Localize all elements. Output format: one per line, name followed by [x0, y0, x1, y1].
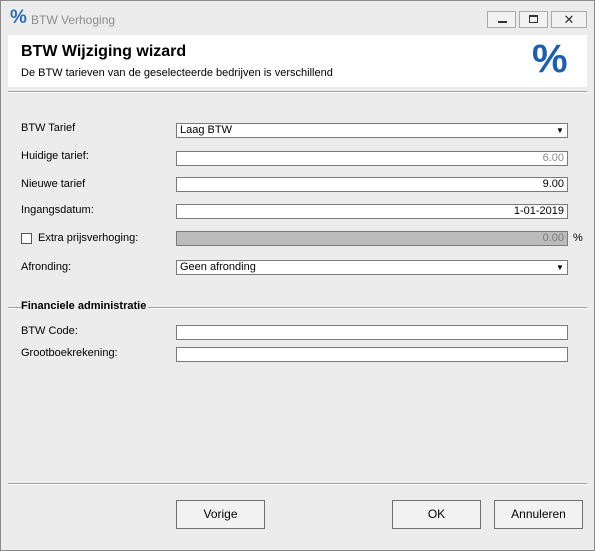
grootboekrekening-field[interactable]	[176, 347, 568, 362]
back-button[interactable]: Vorige	[176, 500, 265, 529]
maximize-button[interactable]	[519, 11, 548, 28]
percent-icon: %	[532, 37, 568, 81]
afronding-select[interactable]: Geen afronding ▼	[176, 260, 568, 275]
ingangsdatum-label: Ingangsdatum:	[21, 204, 94, 216]
huidige-tarief-label: Huidige tarief:	[21, 150, 89, 162]
extra-prijsverhoging-label: Extra prijsverhoging:	[38, 232, 139, 244]
btw-code-label: BTW Code:	[21, 325, 78, 337]
ingangsdatum-field[interactable]: 1-01-2019	[176, 204, 568, 219]
footer-divider	[8, 483, 587, 485]
dialog-window: % BTW Verhoging ✕ BTW Wijziging wizard D…	[0, 0, 595, 551]
header-divider	[8, 91, 587, 93]
chevron-down-icon[interactable]: ▼	[554, 262, 566, 273]
afronding-value: Geen afronding	[180, 261, 256, 273]
nieuwe-tarief-field[interactable]: 9.00	[176, 177, 568, 192]
section-title: Financiele administratie	[21, 300, 149, 312]
btw-tarief-label: BTW Tarief	[21, 122, 76, 134]
wizard-subtitle: De BTW tarieven van de geselecteerde bed…	[21, 67, 333, 79]
wizard-title: BTW Wijziging wizard	[21, 43, 187, 60]
percent-app-icon: %	[10, 7, 27, 28]
close-button[interactable]: ✕	[551, 11, 587, 28]
huidige-tarief-field: 6.00	[176, 151, 568, 166]
close-icon: ✕	[563, 12, 575, 27]
btw-tarief-value: Laag BTW	[180, 124, 232, 136]
btw-code-field[interactable]	[176, 325, 568, 340]
extra-prijsverhoging-field: 0.00	[176, 231, 568, 246]
nieuwe-tarief-label: Nieuwe tarief	[21, 178, 86, 190]
extra-prijsverhoging-checkbox[interactable]	[21, 233, 32, 244]
minimize-icon	[498, 21, 507, 23]
grootboekrekening-label: Grootboekrekening:	[21, 347, 118, 359]
title-bar[interactable]: % BTW Verhoging ✕	[1, 1, 594, 35]
btw-tarief-select[interactable]: Laag BTW ▼	[176, 123, 568, 138]
chevron-down-icon[interactable]: ▼	[554, 125, 566, 136]
window-title: BTW Verhoging	[31, 13, 116, 27]
cancel-button[interactable]: Annuleren	[494, 500, 583, 529]
maximize-icon	[529, 15, 538, 23]
ok-button[interactable]: OK	[392, 500, 481, 529]
percent-unit-label: %	[573, 232, 583, 244]
wizard-header: BTW Wijziging wizard De BTW tarieven van…	[8, 35, 587, 87]
afronding-label: Afronding:	[21, 261, 72, 273]
minimize-button[interactable]	[487, 11, 516, 28]
